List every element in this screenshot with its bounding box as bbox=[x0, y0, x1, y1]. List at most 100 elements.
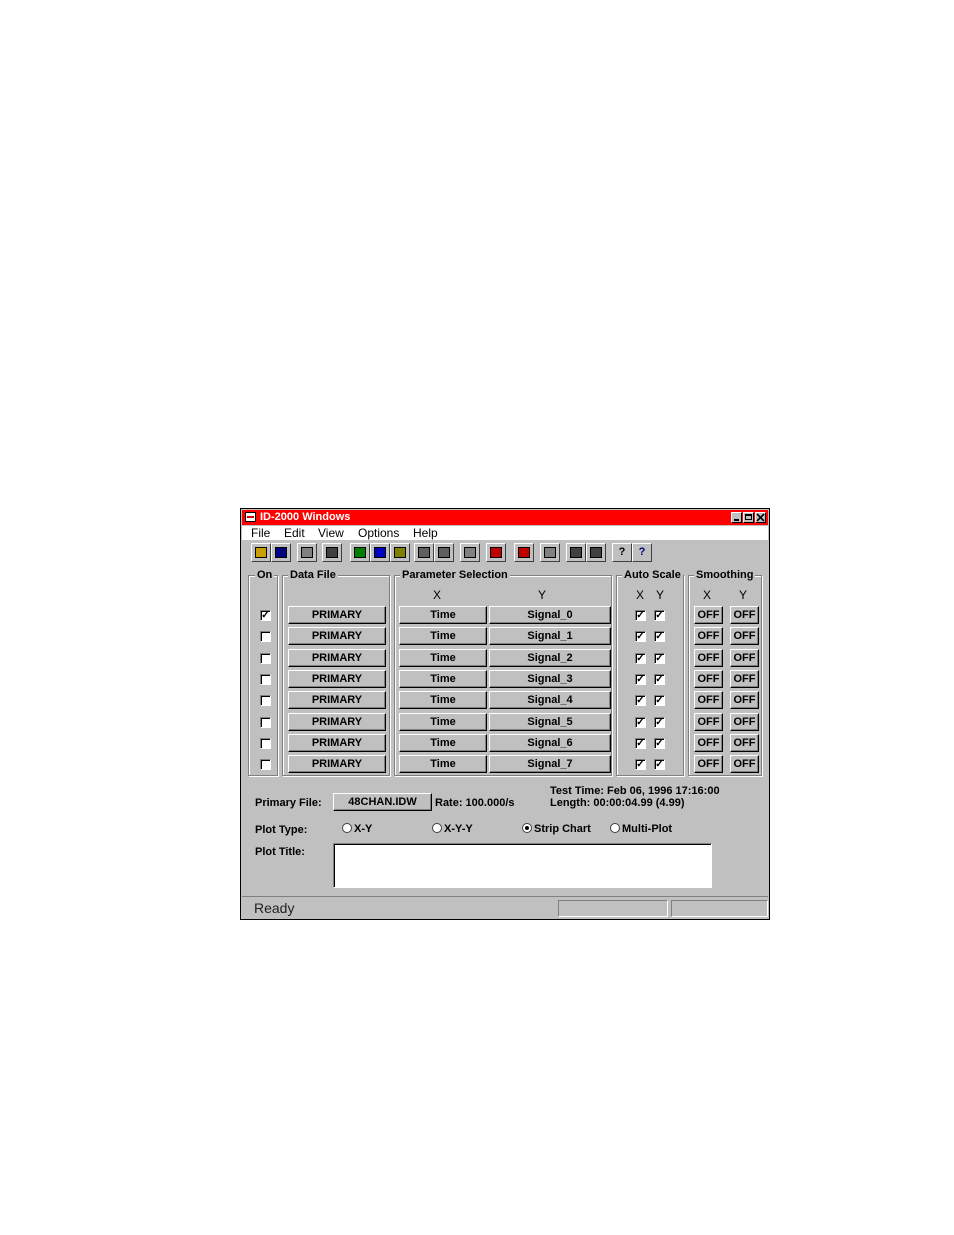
smoothing-x-button[interactable]: OFF bbox=[694, 691, 723, 710]
on-checkbox[interactable]: ✓ bbox=[260, 610, 271, 621]
autoscale-y-checkbox[interactable]: ✓ bbox=[654, 695, 665, 707]
param-y-button[interactable]: Signal_0 bbox=[489, 606, 611, 624]
on-checkbox[interactable] bbox=[260, 631, 271, 643]
context-help-button[interactable]: ? bbox=[632, 543, 652, 562]
copy-button[interactable] bbox=[297, 543, 317, 562]
scale-y-button[interactable] bbox=[586, 543, 606, 562]
color-bars-button[interactable] bbox=[486, 543, 506, 562]
plot-xy-button[interactable] bbox=[350, 543, 370, 562]
smoothing-y-button[interactable]: OFF bbox=[730, 733, 759, 752]
smoothing-x-button[interactable]: OFF bbox=[694, 606, 723, 624]
plot-title-label: Plot Title: bbox=[255, 846, 305, 858]
title-bar[interactable]: ID-2000 Windows bbox=[242, 510, 768, 525]
autoscale-y-checkbox[interactable]: ✓ bbox=[654, 716, 665, 728]
smoothing-x-button[interactable]: OFF bbox=[694, 755, 723, 774]
autoscale-x-checkbox[interactable]: ✓ bbox=[635, 737, 646, 749]
on-checkbox[interactable] bbox=[260, 737, 271, 749]
param-x-button[interactable]: Time bbox=[399, 733, 487, 752]
print-button[interactable] bbox=[322, 543, 342, 562]
document-button[interactable] bbox=[460, 543, 480, 562]
hand-button[interactable] bbox=[540, 543, 560, 562]
app-icon[interactable] bbox=[245, 512, 256, 522]
autoscale-x-checkbox[interactable]: ✓ bbox=[635, 652, 646, 664]
autoscale-y-checkbox[interactable]: ✓ bbox=[654, 631, 665, 643]
param-x-button[interactable]: Time bbox=[399, 606, 487, 624]
data-file-button[interactable]: PRIMARY bbox=[288, 669, 386, 688]
plot-title-input[interactable] bbox=[333, 843, 712, 888]
param-x-button[interactable]: Time bbox=[399, 755, 487, 774]
autoscale-y-checkbox[interactable]: ✓ bbox=[654, 652, 665, 664]
on-checkbox[interactable] bbox=[260, 759, 271, 771]
param-y-button[interactable]: Signal_7 bbox=[489, 755, 611, 774]
autoscale-y-checkbox[interactable]: ✓ bbox=[654, 737, 665, 749]
smoothing-x-button[interactable]: OFF bbox=[694, 712, 723, 731]
autoscale-x-checkbox[interactable]: ✓ bbox=[635, 759, 646, 771]
maximize-button[interactable] bbox=[743, 512, 754, 523]
smoothing-x-button[interactable]: OFF bbox=[694, 627, 723, 646]
autoscale-x-checkbox[interactable]: ✓ bbox=[635, 716, 646, 728]
smoothing-y-button[interactable]: OFF bbox=[730, 691, 759, 710]
param-x-button[interactable]: Time bbox=[399, 648, 487, 667]
minimize-button[interactable] bbox=[731, 512, 742, 523]
param-y-button[interactable]: Signal_1 bbox=[489, 627, 611, 646]
plot-type-radio-multi-plot[interactable] bbox=[610, 823, 620, 833]
menu-file[interactable]: File bbox=[251, 526, 270, 540]
data-file-button[interactable]: PRIMARY bbox=[288, 648, 386, 667]
menu-edit[interactable]: Edit bbox=[284, 526, 305, 540]
data-file-button[interactable]: PRIMARY bbox=[288, 691, 386, 710]
smoothing-y-button[interactable]: OFF bbox=[730, 712, 759, 731]
data-file-button[interactable]: PRIMARY bbox=[288, 712, 386, 731]
on-checkbox[interactable] bbox=[260, 652, 271, 664]
plot-line-button[interactable] bbox=[370, 543, 390, 562]
param-y-button[interactable]: Signal_3 bbox=[489, 669, 611, 688]
on-checkbox[interactable] bbox=[260, 695, 271, 707]
smoothing-y-button[interactable]: OFF bbox=[730, 627, 759, 646]
zoom-out-button[interactable] bbox=[434, 543, 454, 562]
autoscale-y-checkbox[interactable]: ✓ bbox=[654, 759, 665, 771]
on-checkbox[interactable] bbox=[260, 716, 271, 728]
smoothing-y-button[interactable]: OFF bbox=[730, 669, 759, 688]
menu-options[interactable]: Options bbox=[358, 526, 399, 540]
plot-line-icon bbox=[374, 547, 386, 558]
data-file-button[interactable]: PRIMARY bbox=[288, 606, 386, 624]
param-y-button[interactable]: Signal_4 bbox=[489, 691, 611, 710]
autoscale-y-checkbox[interactable]: ✓ bbox=[654, 673, 665, 685]
param-x-button[interactable]: Time bbox=[399, 669, 487, 688]
smoothing-y-button[interactable]: OFF bbox=[730, 606, 759, 624]
autoscale-x-checkbox[interactable]: ✓ bbox=[635, 631, 646, 643]
autoscale-x-checkbox[interactable]: ✓ bbox=[635, 673, 646, 685]
save-button[interactable] bbox=[271, 543, 291, 562]
zoom-in-button[interactable] bbox=[414, 543, 434, 562]
bar-chart-button[interactable] bbox=[390, 543, 410, 562]
data-file-button[interactable]: PRIMARY bbox=[288, 733, 386, 752]
smoothing-x-button[interactable]: OFF bbox=[694, 669, 723, 688]
on-checkbox[interactable] bbox=[260, 673, 271, 685]
plot-type-radio-x-y-y[interactable] bbox=[432, 823, 442, 833]
smoothing-x-button[interactable]: OFF bbox=[694, 648, 723, 667]
smoothing-y-button[interactable]: OFF bbox=[730, 755, 759, 774]
autoscale-y-checkbox[interactable]: ✓ bbox=[654, 610, 665, 621]
param-x-button[interactable]: Time bbox=[399, 627, 487, 646]
data-file-button[interactable]: PRIMARY bbox=[288, 755, 386, 774]
param-x-header: X bbox=[433, 588, 442, 602]
plot-type-radio-x-y[interactable] bbox=[342, 823, 352, 833]
param-x-button[interactable]: Time bbox=[399, 691, 487, 710]
record-button[interactable] bbox=[514, 543, 534, 562]
autoscale-x-checkbox[interactable]: ✓ bbox=[635, 695, 646, 707]
param-x-button[interactable]: Time bbox=[399, 712, 487, 731]
menu-view[interactable]: View bbox=[318, 526, 344, 540]
param-y-button[interactable]: Signal_5 bbox=[489, 712, 611, 731]
menu-help[interactable]: Help bbox=[413, 526, 438, 540]
autoscale-x-checkbox[interactable]: ✓ bbox=[635, 610, 646, 621]
smoothing-x-button[interactable]: OFF bbox=[694, 733, 723, 752]
param-y-button[interactable]: Signal_2 bbox=[489, 648, 611, 667]
smoothing-y-button[interactable]: OFF bbox=[730, 648, 759, 667]
scale-x-button[interactable] bbox=[566, 543, 586, 562]
primary-file-button[interactable]: 48CHAN.IDW bbox=[333, 793, 432, 811]
help-button[interactable]: ? bbox=[612, 543, 632, 562]
data-file-button[interactable]: PRIMARY bbox=[288, 627, 386, 646]
open-button[interactable] bbox=[251, 543, 271, 562]
param-y-button[interactable]: Signal_6 bbox=[489, 733, 611, 752]
plot-type-radio-strip-chart[interactable] bbox=[522, 823, 532, 833]
close-button[interactable] bbox=[755, 512, 766, 523]
